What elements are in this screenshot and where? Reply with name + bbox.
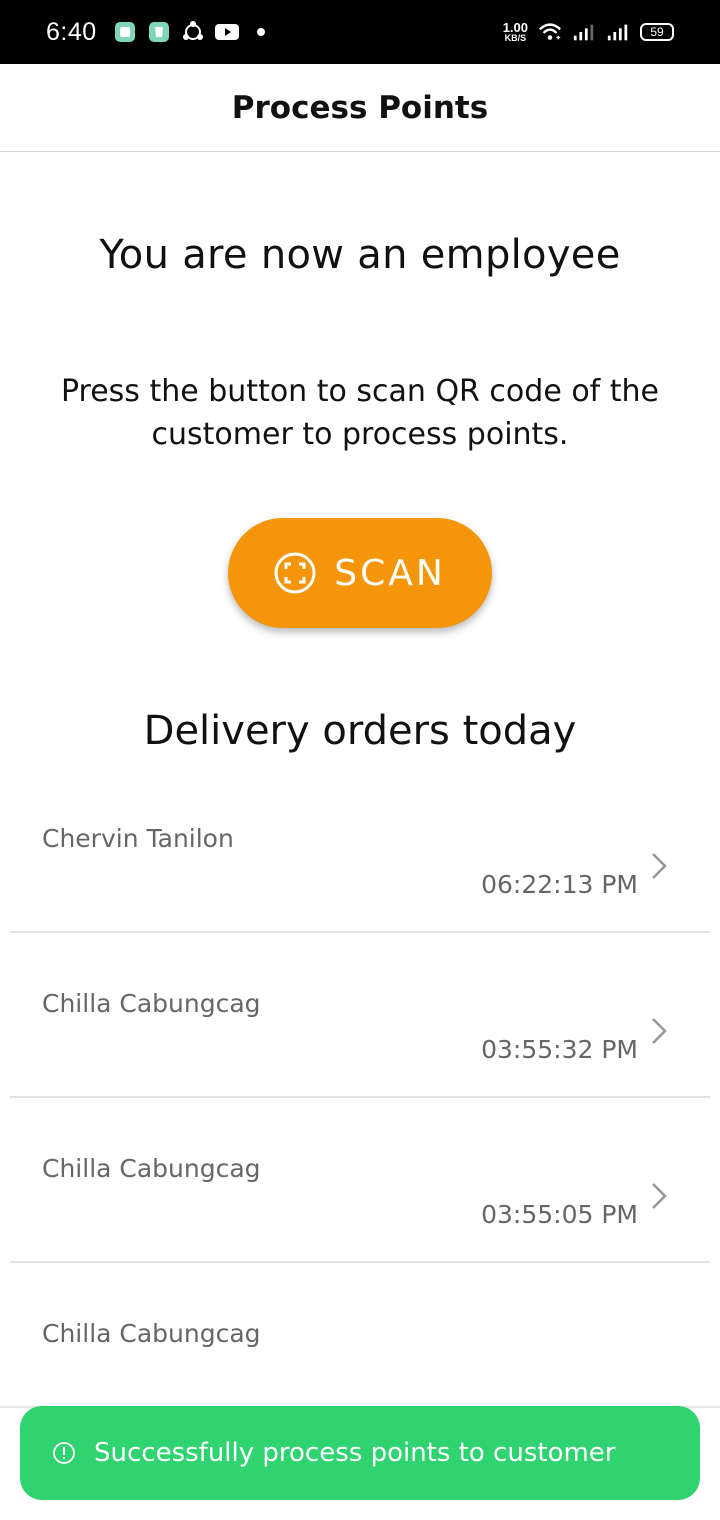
order-row[interactable]: Chervin Tanilon 06:22:13 PM bbox=[10, 768, 710, 933]
order-customer-name: Chervin Tanilon bbox=[42, 824, 234, 853]
system-icons: 1.00 KB/S 59 bbox=[503, 20, 674, 44]
scan-instruction: Press the button to scan QR code of the … bbox=[60, 374, 660, 452]
order-customer-name: Chilla Cabungcag bbox=[42, 1154, 261, 1183]
order-time: 06:22:13 PM bbox=[481, 870, 638, 899]
battery-icon: 59 bbox=[640, 23, 674, 41]
network-speed: 1.00 KB/S bbox=[502, 20, 528, 43]
delivery-orders-title: Delivery orders today bbox=[143, 708, 577, 754]
app-header: Process Points bbox=[0, 64, 720, 152]
youtube-icon bbox=[214, 20, 239, 44]
page-title: Process Points bbox=[231, 89, 489, 126]
order-customer-name: Chilla Cabungcag bbox=[42, 1319, 261, 1348]
delivery-orders-list: Chervin Tanilon 06:22:13 PM Chilla Cabun… bbox=[10, 768, 710, 1393]
chevron-right-icon bbox=[648, 1017, 670, 1045]
order-time: 03:55:32 PM bbox=[481, 1035, 638, 1064]
toast-message: Successfully process points to customer bbox=[94, 1438, 616, 1468]
scan-button-label: SCAN bbox=[334, 552, 446, 594]
order-row[interactable]: Chilla Cabungcag bbox=[10, 1263, 710, 1393]
wifi-icon bbox=[538, 20, 562, 44]
signal-icon bbox=[572, 20, 596, 44]
order-customer-name: Chilla Cabungcag bbox=[42, 989, 261, 1018]
order-row[interactable]: Chilla Cabungcag 03:55:32 PM bbox=[10, 933, 710, 1098]
qr-scan-icon bbox=[274, 552, 316, 594]
app-icon-2 bbox=[147, 20, 171, 44]
share-icon bbox=[181, 20, 205, 44]
notification-icons bbox=[113, 20, 273, 44]
signal-icon-2 bbox=[606, 20, 630, 44]
chevron-right-icon bbox=[648, 852, 670, 880]
dot-icon bbox=[249, 20, 273, 44]
info-icon bbox=[52, 1441, 76, 1465]
status-time: 6:40 bbox=[46, 17, 97, 46]
order-time: 03:55:05 PM bbox=[481, 1200, 638, 1229]
employee-headline: You are now an employee bbox=[99, 232, 621, 278]
app-icon bbox=[113, 20, 137, 44]
success-toast: Successfully process points to customer bbox=[20, 1406, 700, 1500]
order-row[interactable]: Chilla Cabungcag 03:55:05 PM bbox=[10, 1098, 710, 1263]
scan-button[interactable]: SCAN bbox=[228, 518, 492, 628]
chevron-right-icon bbox=[648, 1182, 670, 1210]
status-bar: 6:40 1.00 KB/S 59 bbox=[0, 0, 720, 64]
